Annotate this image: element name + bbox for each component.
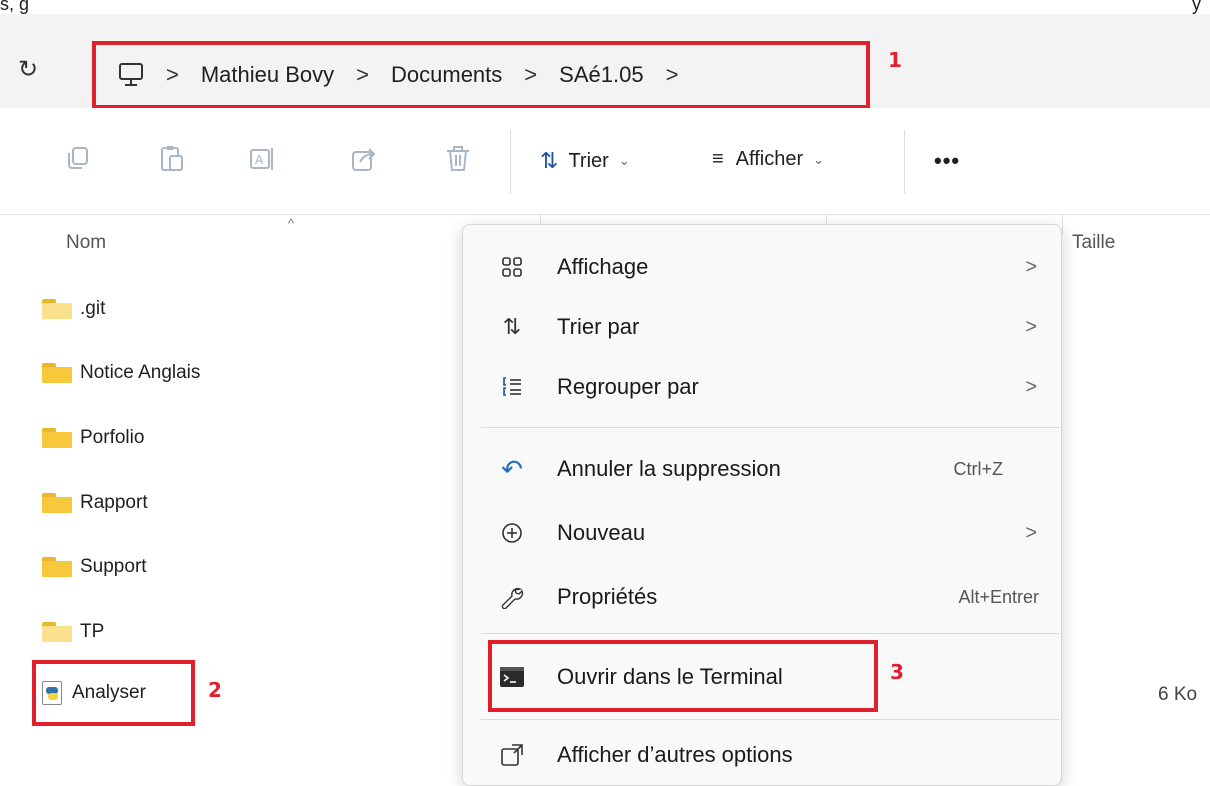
file-name: Notice Anglais: [80, 362, 201, 383]
folder-icon: [42, 299, 72, 319]
menu-separator: [481, 719, 1059, 720]
folder-icon: [42, 557, 72, 577]
more-options-icon: [497, 740, 527, 770]
folder-icon: [42, 493, 72, 513]
rename-icon[interactable]: A: [248, 144, 276, 174]
column-header-name[interactable]: Nom: [66, 232, 106, 254]
group-by-icon: [497, 372, 527, 402]
file-name: Rapport: [80, 492, 148, 513]
breadcrumb-separator: >: [524, 62, 538, 87]
cropped-text-right: y: [1192, 0, 1201, 14]
file-row-rapport[interactable]: Rapport: [42, 486, 148, 520]
menu-item-label: Nouveau: [557, 520, 646, 545]
breadcrumb-separator: >: [166, 62, 179, 87]
menu-item-shortcut: Alt+Entrer: [958, 586, 1039, 607]
delete-icon[interactable]: [444, 144, 472, 174]
chevron-right-icon: >: [1025, 315, 1037, 338]
menu-item-proprietes[interactable]: Propriétés Alt+Entrer: [463, 569, 1061, 625]
file-row-git[interactable]: .git: [42, 292, 105, 326]
undo-icon: ↶: [501, 453, 523, 484]
column-header-size[interactable]: Taille: [1072, 232, 1115, 254]
refresh-icon[interactable]: ↻: [18, 58, 38, 82]
cropped-text-left: s, g: [0, 0, 30, 14]
menu-item-nouveau[interactable]: Nouveau >: [463, 505, 1061, 561]
annotation-marker-3: 3: [890, 660, 904, 684]
column-divider[interactable]: [1062, 214, 1063, 234]
folder-icon: [42, 428, 72, 448]
folder-icon: [42, 622, 72, 642]
menu-item-label: Regrouper par: [557, 374, 699, 399]
menu-separator: [481, 427, 1059, 428]
menu-item-label: Propriétés: [557, 584, 658, 609]
copy-icon[interactable]: [64, 144, 92, 174]
breadcrumb-item-mathieu-bovy[interactable]: Mathieu Bovy: [201, 62, 334, 88]
grid-view-icon: [497, 252, 527, 282]
file-name: .git: [80, 298, 106, 319]
highlight-box-analyser: [32, 660, 195, 726]
breadcrumb-chevron[interactable]: >: [666, 62, 679, 88]
file-size: 6 Ko: [1158, 684, 1198, 705]
more-options-button[interactable]: •••: [934, 148, 960, 174]
breadcrumb-item-sae105[interactable]: SAé1.05: [559, 62, 643, 88]
computer-icon[interactable]: [118, 62, 144, 88]
sort-button[interactable]: ⇅ Trier ⌄: [540, 148, 630, 174]
list-view-icon: ≡: [712, 148, 724, 170]
menu-item-label: Affichage: [557, 254, 649, 279]
highlight-box-terminal: [488, 640, 878, 712]
menu-item-label: Trier par: [557, 314, 640, 339]
sort-ascending-icon: ^: [288, 216, 295, 231]
menu-item-afficher-autres-options[interactable]: Afficher d’autres options: [463, 727, 1061, 783]
view-label: Afficher: [735, 148, 804, 170]
breadcrumb-item-documents[interactable]: Documents: [391, 62, 502, 88]
share-icon[interactable]: [350, 144, 378, 174]
paste-icon[interactable]: [158, 144, 186, 174]
sort-icon: ⇅: [540, 148, 559, 173]
file-name: Porfolio: [80, 427, 145, 448]
wrench-icon: [497, 582, 527, 612]
file-name: Support: [80, 556, 147, 577]
command-toolbar: A ⇅ Trier ⌄ ≡ Afficher ⌄ •••: [0, 108, 1210, 215]
chevron-right-icon: >: [1025, 375, 1037, 398]
file-row-support[interactable]: Support: [42, 550, 147, 584]
view-button[interactable]: ≡ Afficher ⌄: [712, 148, 824, 171]
new-plus-icon: [497, 518, 527, 548]
menu-item-label: Afficher d’autres options: [557, 742, 793, 767]
menu-item-affichage[interactable]: Affichage >: [463, 239, 1061, 295]
annotation-marker-1: 1: [888, 48, 902, 72]
cropped-top-strip: s, g y: [0, 0, 1210, 14]
menu-item-annuler-suppression[interactable]: ↶ Annuler la suppression Ctrl+Z: [463, 441, 1061, 497]
file-name: TP: [80, 621, 105, 642]
menu-separator: [481, 633, 1059, 634]
menu-item-shortcut: Ctrl+Z: [953, 458, 1004, 479]
toolbar-divider: [904, 130, 905, 194]
annotation-marker-2: 2: [208, 678, 222, 702]
file-row-notice-anglais[interactable]: Notice Anglais: [42, 356, 200, 390]
svg-text:A: A: [255, 153, 264, 167]
file-row-porfolio[interactable]: Porfolio: [42, 421, 144, 455]
file-row-tp[interactable]: TP: [42, 615, 104, 649]
menu-item-trier-par[interactable]: ⇅ Trier par >: [463, 299, 1061, 355]
sort-icon: ⇅: [502, 314, 522, 339]
folder-icon: [42, 363, 72, 383]
chevron-down-icon: ⌄: [618, 153, 630, 168]
chevron-right-icon: >: [1025, 521, 1037, 544]
chevron-down-icon: ⌄: [813, 151, 825, 167]
address-bar-area: ↻ > Mathieu Bovy > Documents > SAé1.05 >…: [0, 14, 1210, 109]
sort-label: Trier: [568, 149, 609, 172]
breadcrumb-separator: >: [356, 62, 370, 87]
menu-item-label: Annuler la suppression: [557, 456, 781, 481]
menu-item-regrouper-par[interactable]: Regrouper par >: [463, 359, 1061, 415]
breadcrumb[interactable]: > Mathieu Bovy > Documents > SAé1.05 >: [92, 41, 870, 109]
chevron-right-icon: >: [1025, 255, 1037, 278]
toolbar-divider: [510, 130, 511, 194]
